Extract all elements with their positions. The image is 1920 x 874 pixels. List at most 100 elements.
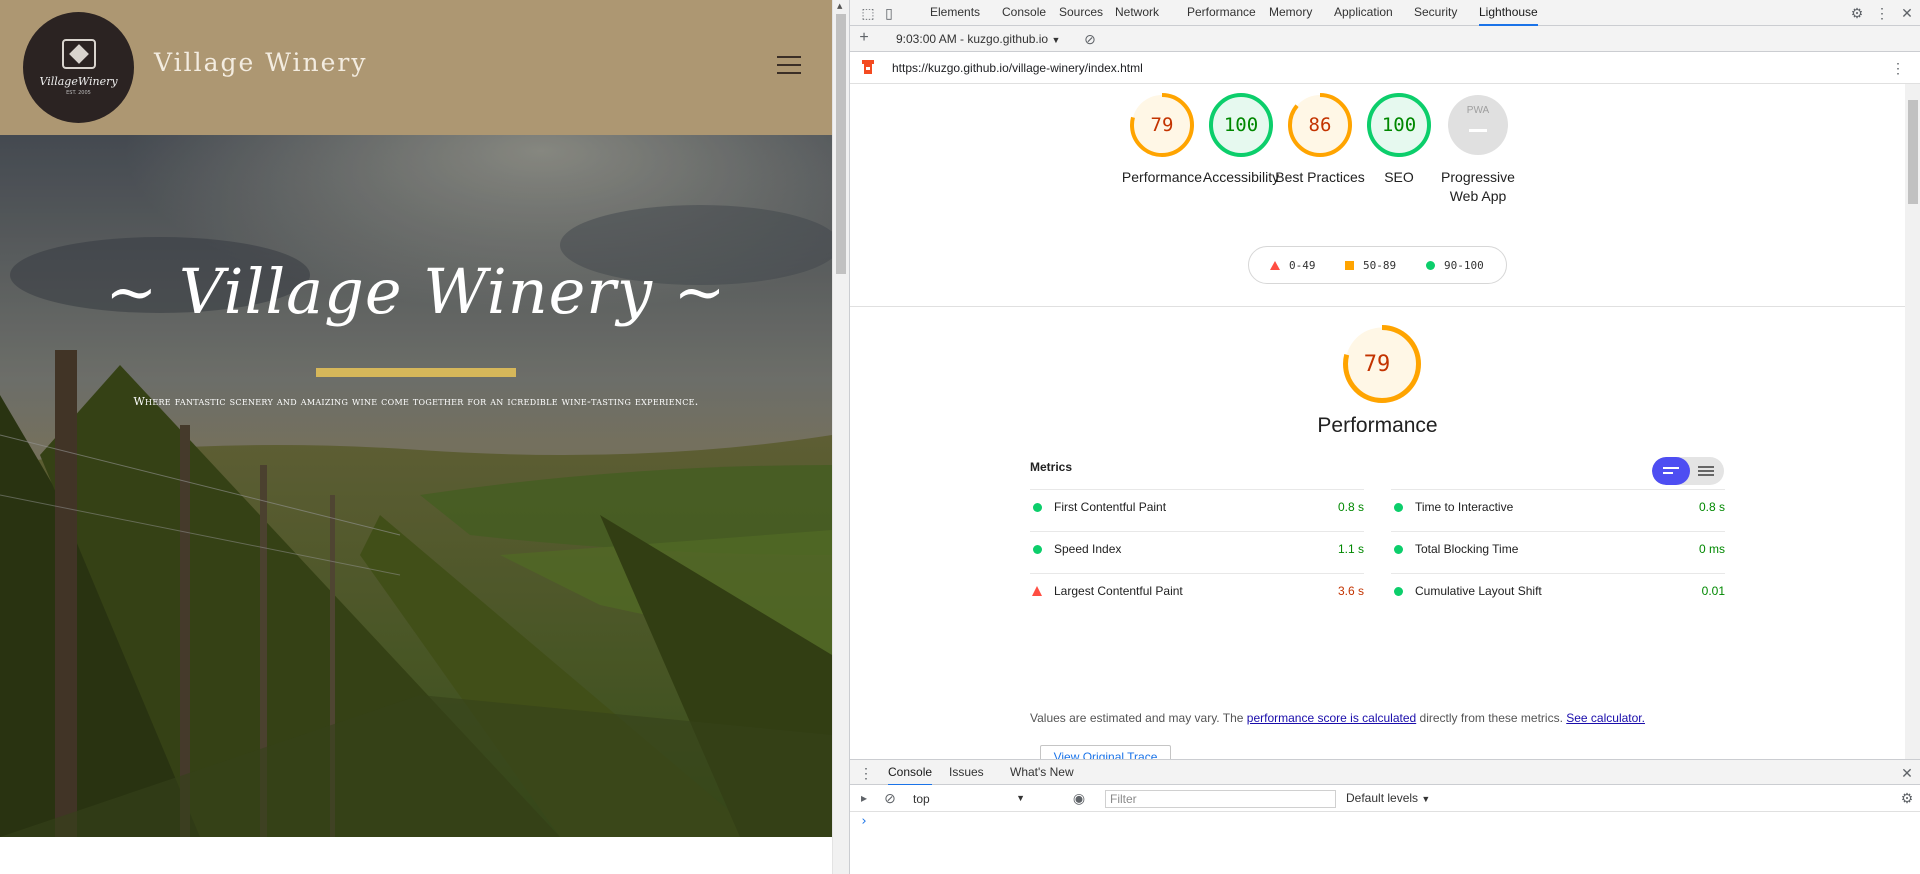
legend-item: 90-100 bbox=[1426, 259, 1484, 272]
tab-memory[interactable]: Memory bbox=[1269, 0, 1312, 26]
live-expression-eye-icon[interactable]: ◉ bbox=[1071, 790, 1087, 806]
metric-name: Cumulative Layout Shift bbox=[1415, 584, 1542, 598]
metric-name: Largest Contentful Paint bbox=[1054, 584, 1183, 598]
tab-lighthouse[interactable]: Lighthouse bbox=[1479, 0, 1538, 26]
tab-elements[interactable]: Elements bbox=[930, 0, 980, 26]
report-menu-icon[interactable]: ⋮ bbox=[1890, 60, 1906, 76]
pass-circle-icon bbox=[1394, 545, 1403, 554]
drawer-menu-icon[interactable]: ⋮ bbox=[858, 765, 874, 781]
metric-row: Speed Index 1.1 s bbox=[1030, 531, 1364, 565]
clear-console-icon[interactable]: ⊘ bbox=[882, 790, 898, 806]
context-selector[interactable]: top ▼ bbox=[906, 788, 1028, 808]
gauge-progressive-web-app[interactable]: PWA Progressive Web App bbox=[1428, 92, 1528, 206]
pass-circle-icon bbox=[1394, 503, 1403, 512]
report-selector-label: 9:03:00 AM - kuzgo.github.io bbox=[896, 32, 1049, 46]
log-levels-label: Default levels bbox=[1346, 791, 1419, 805]
lighthouse-report: 79 Performance 100 Accessibility 86 Best Prac… bbox=[850, 84, 1905, 759]
hero-title: ~ Village Winery ~ bbox=[105, 255, 727, 328]
log-levels-selector[interactable]: Default levels ▼ bbox=[1346, 791, 1430, 805]
drawer-tab-console[interactable]: Console bbox=[888, 760, 933, 786]
performance-gauge-large: 79 bbox=[1327, 324, 1427, 409]
metric-value: 0 ms bbox=[1698, 542, 1725, 556]
metric-value: 0.8 s bbox=[1698, 500, 1725, 514]
performance-heading: Performance bbox=[1317, 414, 1438, 437]
metric-row: Largest Contentful Paint 3.6 s bbox=[1030, 573, 1364, 607]
show-sidebar-icon[interactable]: ▸ bbox=[856, 790, 872, 806]
tab-security[interactable]: Security bbox=[1414, 0, 1457, 26]
console-toolbar: ▸ ⊘ top ▼ ◉ Default levels ▼ ⚙ bbox=[850, 785, 1920, 812]
metrics-view-toggle[interactable] bbox=[1652, 457, 1724, 485]
legend-range: 50-89 bbox=[1363, 259, 1397, 272]
legend-circle-icon bbox=[1426, 261, 1435, 270]
report-selector[interactable]: 9:03:00 AM - kuzgo.github.io ▼ bbox=[896, 32, 1060, 46]
metric-name: Total Blocking Time bbox=[1415, 542, 1519, 556]
scroll-up-arrow-icon[interactable]: ▲ bbox=[837, 2, 842, 10]
metric-row: Total Blocking Time 0 ms bbox=[1391, 531, 1725, 565]
pass-circle-icon bbox=[1394, 587, 1403, 596]
devtools-tab-bar: ⬚ ▯ Elements Console Sources Network Perform… bbox=[850, 0, 1920, 26]
new-report-plus-icon[interactable]: + bbox=[856, 30, 872, 46]
metric-name: First Contentful Paint bbox=[1054, 500, 1167, 514]
drawer-tab-bar: ⋮ Console Issues What's New ✕ bbox=[850, 759, 1920, 786]
close-drawer-icon[interactable]: ✕ bbox=[1899, 765, 1915, 781]
page-scrollbar[interactable]: ▲ bbox=[832, 0, 849, 874]
console-settings-icon[interactable]: ⚙ bbox=[1899, 790, 1915, 806]
report-url-bar: https://kuzgo.github.io/village-winery/i… bbox=[850, 52, 1920, 84]
hamburger-menu-icon[interactable] bbox=[777, 56, 801, 74]
vineyard-background-image bbox=[0, 135, 832, 837]
fail-triangle-icon bbox=[1032, 586, 1042, 596]
section-divider bbox=[850, 306, 1905, 307]
metric-row: Time to Interactive 0.8 s bbox=[1391, 489, 1725, 523]
chevron-down-icon: ▼ bbox=[1016, 793, 1025, 803]
more-options-icon[interactable]: ⋮ bbox=[1874, 5, 1890, 21]
settings-gear-icon[interactable]: ⚙ bbox=[1849, 5, 1865, 21]
screen: VillageWinery EST. 2005 Village Winery ~… bbox=[0, 0, 1920, 874]
clear-reports-icon[interactable]: ⊘ bbox=[1082, 31, 1098, 47]
legend-item: 0-49 bbox=[1270, 259, 1316, 272]
logo-text: VillageWinery bbox=[39, 75, 118, 88]
drawer-tab-what-s-new[interactable]: What's New bbox=[1010, 760, 1074, 786]
inspect-element-icon[interactable]: ⬚ bbox=[860, 5, 876, 21]
gauge-ring bbox=[1448, 95, 1508, 155]
view-original-trace-button[interactable]: View Original Trace bbox=[1040, 745, 1171, 759]
pwa-badge-icon: PWA bbox=[1466, 105, 1490, 116]
drawer-tab-issues[interactable]: Issues bbox=[949, 760, 984, 786]
page-scrollbar-thumb[interactable] bbox=[836, 14, 846, 274]
see-calculator-link[interactable]: See calculator. bbox=[1566, 711, 1645, 725]
hero-section: ~ Village Winery ~ Where fantastic scene… bbox=[0, 135, 832, 837]
metric-value: 3.6 s bbox=[1337, 584, 1364, 598]
site-logo[interactable]: VillageWinery EST. 2005 bbox=[23, 12, 134, 123]
score-legend: 0-49 50-89 90-100 bbox=[1248, 246, 1507, 284]
pass-circle-icon bbox=[1033, 503, 1042, 512]
chevron-down-icon: ▼ bbox=[1421, 794, 1431, 804]
tab-performance[interactable]: Performance bbox=[1187, 0, 1256, 26]
console-filter-input[interactable] bbox=[1105, 790, 1336, 808]
console-output[interactable]: › bbox=[850, 812, 1920, 874]
tab-sources[interactable]: Sources bbox=[1059, 0, 1103, 26]
legend-item: 50-89 bbox=[1345, 259, 1396, 272]
website-viewport: VillageWinery EST. 2005 Village Winery ~… bbox=[0, 0, 832, 874]
close-devtools-icon[interactable]: ✕ bbox=[1899, 5, 1915, 21]
legend-range: 90-100 bbox=[1444, 259, 1484, 272]
pass-circle-icon bbox=[1033, 545, 1042, 554]
chevron-down-icon: ▼ bbox=[1051, 35, 1061, 45]
tab-application[interactable]: Application bbox=[1334, 0, 1393, 26]
report-url[interactable]: https://kuzgo.github.io/village-winery/i… bbox=[892, 61, 1143, 75]
hero-tagline: Where fantastic scenery and amaizing win… bbox=[133, 395, 699, 408]
report-scrollbar-thumb[interactable] bbox=[1908, 100, 1918, 204]
metric-value: 0.8 s bbox=[1337, 500, 1364, 514]
site-header: VillageWinery EST. 2005 Village Winery bbox=[0, 0, 832, 135]
pwa-dash-icon bbox=[1469, 129, 1487, 132]
tab-network[interactable]: Network bbox=[1115, 0, 1159, 26]
console-prompt-icon: › bbox=[860, 814, 868, 829]
tab-console[interactable]: Console bbox=[1002, 0, 1046, 26]
performance-score-large: 79 bbox=[1363, 352, 1391, 377]
device-toolbar-icon[interactable]: ▯ bbox=[881, 5, 897, 21]
logo-subtext: EST. 2005 bbox=[66, 90, 91, 96]
report-scrollbar[interactable] bbox=[1905, 84, 1920, 759]
lighthouse-toolbar: + 9:03:00 AM - kuzgo.github.io ▼ ⊘ bbox=[850, 26, 1920, 52]
note-text: Values are estimated and may vary. The bbox=[1030, 711, 1247, 725]
score-calculation-link[interactable]: performance score is calculated bbox=[1247, 711, 1416, 725]
site-title: Village Winery bbox=[154, 48, 368, 77]
toggle-compact-view[interactable] bbox=[1652, 457, 1690, 485]
